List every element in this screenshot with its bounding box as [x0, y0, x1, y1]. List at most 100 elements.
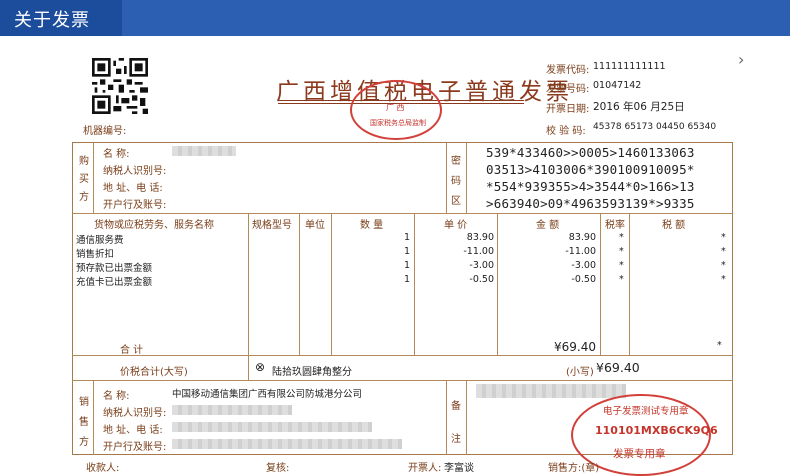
row-divider [72, 380, 733, 381]
buyer-side-label-2: 买 [79, 174, 89, 185]
col-divider [446, 142, 447, 213]
seller-side-label-1: 销 [79, 397, 89, 408]
invoice-number-value: 01047142 [593, 80, 642, 91]
col-divider [248, 213, 249, 355]
item-name: 销售折扣 [76, 249, 115, 260]
check-code-value: 45378 65173 04450 65340 [593, 122, 717, 132]
redacted-remark [476, 384, 626, 398]
col-divider [466, 380, 467, 455]
item-name: 通信服务费 [76, 235, 124, 246]
machine-no-label: 机器编号: [83, 126, 127, 137]
col-header-amount: 金 额 [536, 220, 560, 231]
col-divider [600, 213, 601, 355]
header-tab[interactable]: 关于发票 [0, 0, 122, 36]
row-divider [72, 355, 733, 356]
col-header-name: 货物或应税劳务、服务名称 [94, 220, 214, 231]
item-price: -0.50 [469, 274, 494, 285]
item-qty: 1 [403, 246, 410, 257]
redacted-buyer-name [172, 146, 236, 156]
seller-tax-id-label: 纳税人识别号: [103, 408, 167, 419]
col-divider [497, 213, 498, 355]
total-amount: ¥69.40 [554, 340, 596, 354]
item-qty: 1 [403, 232, 410, 243]
stamp-outer-text: 电子发票测试专用章 [603, 406, 689, 417]
col-header-rate: 税率 [605, 220, 625, 231]
invoice-code-label: 发票代码: [546, 65, 590, 76]
col-divider [93, 380, 94, 455]
redacted-seller-address [172, 422, 372, 432]
seller-side-label-3: 方 [79, 437, 89, 448]
item-tax: * [721, 232, 726, 243]
item-name: 充值卡已出票金额 [76, 277, 153, 288]
seal-bottom-text: 国家税务总局监制 [370, 119, 426, 127]
drawer-value: 李富谈 [444, 463, 474, 474]
item-amount: 83.90 [568, 232, 596, 243]
cipher-line: 539*433460>>0005>1460133063 [486, 145, 695, 160]
col-divider [331, 213, 332, 355]
item-rate: * [619, 232, 624, 243]
drawer-label: 开票人: [408, 463, 442, 474]
cipher-line: >663940>09*4963593139*>9335 [486, 196, 695, 211]
col-divider [446, 380, 447, 455]
cipher-side-label-3: 区 [451, 196, 461, 207]
item-qty: 1 [403, 274, 410, 285]
invoice-code-value: 111111111111 [593, 61, 666, 72]
chevron-right-icon[interactable]: › [738, 50, 744, 69]
item-amount: -3.00 [571, 260, 596, 271]
stamp-code: 110101MXB6CK9Q6 [595, 424, 718, 437]
cipher-line: *554*939355>4>3544*0>166>13 [486, 179, 695, 194]
item-amount: -0.50 [571, 274, 596, 285]
seller-name-label: 名 称: [103, 391, 130, 402]
seller-name-value: 中国移动通信集团广西有限公司防城港分公司 [172, 389, 363, 400]
item-rate: * [619, 246, 624, 257]
item-price: -3.00 [469, 260, 494, 271]
item-amount: -11.00 [565, 246, 596, 257]
item-tax: * [721, 246, 726, 257]
seller-bank-label: 开户行及账号: [103, 442, 167, 453]
total-words-label: 价税合计(大写) [120, 367, 188, 378]
item-qty: 1 [403, 260, 410, 271]
seal-inner-text: 广 西 [386, 103, 405, 112]
reviewer-label: 复核: [266, 463, 290, 474]
check-code-label: 校 验 码: [546, 126, 586, 137]
remark-side-label-2: 注 [451, 434, 461, 445]
total-label: 合 计 [120, 345, 144, 356]
col-header-price: 单 价 [444, 220, 468, 231]
cipher-side-label-2: 码 [451, 176, 461, 187]
col-header-qty: 数 量 [360, 220, 384, 231]
redacted-seller-bank [172, 439, 402, 449]
row-divider [72, 213, 733, 214]
col-header-tax: 税 额 [662, 220, 686, 231]
payee-label: 收款人: [86, 463, 120, 474]
invoice-date-label: 开票日期: [546, 104, 590, 115]
buyer-side-label-3: 方 [79, 192, 89, 203]
page-title: 关于发票 [14, 10, 90, 31]
col-header-spec: 规格型号 [252, 220, 292, 231]
item-price: -11.00 [463, 246, 494, 257]
seller-stamp-label: 销售方:(章) [548, 463, 600, 474]
invoice-number-label: 发票号码: [546, 84, 590, 95]
col-divider [93, 142, 94, 213]
small-total-label: (小写) [566, 367, 594, 378]
col-divider [466, 142, 467, 213]
total-tax: * [717, 340, 722, 351]
item-rate: * [619, 260, 624, 271]
buyer-name-label: 名 称: [103, 149, 130, 160]
col-divider [248, 355, 249, 380]
buyer-address-label: 地 址、电 话: [103, 183, 163, 194]
qr-code-icon [92, 58, 148, 114]
item-name: 预存款已出票金额 [76, 263, 153, 274]
item-price: 83.90 [466, 232, 494, 243]
invoice-date-value: 2016 年06 月25日 [593, 101, 685, 113]
col-divider [299, 213, 300, 355]
col-divider [629, 213, 630, 355]
total-words-value: 陆拾玖圆肆角整分 [272, 367, 352, 378]
buyer-tax-id-label: 纳税人识别号: [103, 166, 167, 177]
buyer-side-label-1: 购 [79, 156, 89, 167]
buyer-bank-label: 开户行及账号: [103, 200, 167, 211]
col-header-unit: 单位 [305, 220, 325, 231]
cipher-side-label-1: 密 [451, 156, 461, 167]
cipher-line: 03513>4103006*390100910095* [486, 162, 695, 177]
stamp-bottom-text: 发票专用章 [613, 448, 666, 460]
seller-side-label-2: 售 [79, 417, 89, 428]
